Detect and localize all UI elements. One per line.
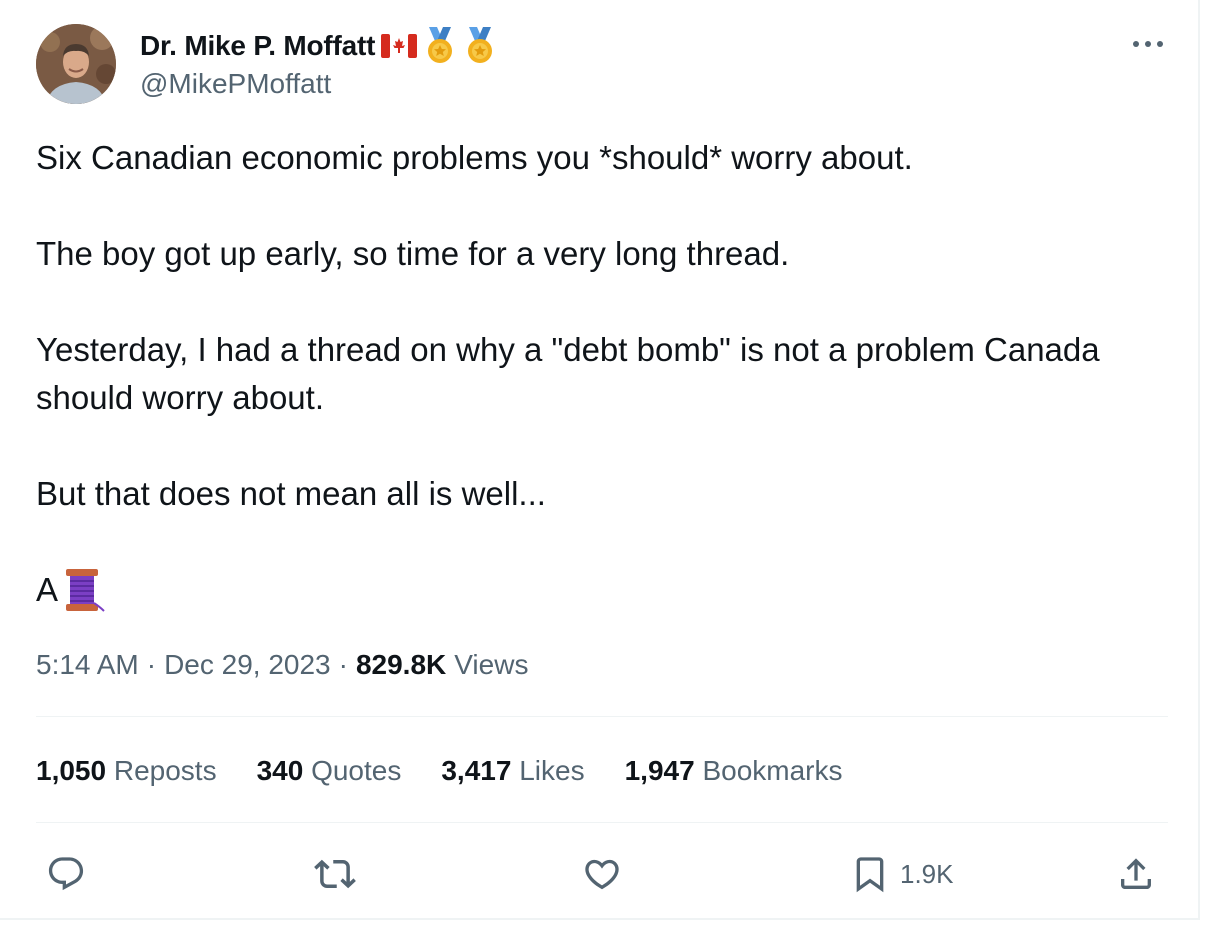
tweet-paragraph: Six Canadian economic problems you *shou… [36,139,913,176]
stat-label: Reposts [113,755,217,786]
stat-count: 3,417 [441,755,512,786]
repost-button[interactable] [314,846,356,902]
more-dots-icon [1133,41,1163,47]
tweet-date[interactable]: Dec 29, 2023 [164,649,331,681]
views-count[interactable]: 829.8K [356,649,446,681]
tweet-paragraph: Yesterday, I had a thread on why a "debt… [36,331,1100,416]
views-label[interactable]: Views [454,649,528,681]
meta-separator: · [338,649,348,680]
thread-spool-icon [66,569,105,612]
heart-icon [585,859,619,890]
reply-icon [48,857,84,891]
avatar[interactable] [36,24,116,104]
reply-button[interactable] [46,846,86,902]
stat-bookmarks[interactable]: 1,947 Bookmarks [625,755,843,787]
stat-count: 1,050 [36,755,107,786]
divider [36,716,1168,717]
tweet-closing-line: A [36,566,1176,614]
author-name-row: Dr. Mike P. Moffatt [140,26,497,66]
tweet-text: Six Canadian economic problems you *shou… [36,134,1176,614]
bookmark-count: 1.9K [900,858,954,889]
gold-medal-icon [423,27,457,65]
divider [36,822,1168,823]
action-bar: 1.9K [0,846,1200,902]
tweet-time[interactable]: 5:14 AM [36,649,139,681]
stat-label: Quotes [311,755,402,786]
tweet-closing-text: A [36,571,59,608]
tweet-card: Dr. Mike P. Moffatt @MikePMoffatt Six Ca… [0,0,1200,920]
repost-icon [314,859,356,889]
canada-flag-icon [381,34,418,58]
author-display-name[interactable]: Dr. Mike P. Moffatt [140,30,375,62]
author-handle[interactable]: @MikePMoffatt [140,68,331,100]
bookmark-button[interactable]: 1.9K [850,846,954,902]
tweet-paragraph: The boy got up early, so time for a very… [36,235,790,272]
stat-label: Likes [519,755,585,786]
share-button[interactable] [1116,846,1156,902]
bookmark-icon [856,857,884,893]
stat-likes[interactable]: 3,417 Likes [441,755,584,787]
tweet-meta: 5:14 AM · Dec 29, 2023 · 829.8K Views [36,644,528,686]
stat-reposts[interactable]: 1,050 Reposts [36,755,217,787]
engagement-stats: 1,050 Reposts 340 Quotes 3,417 Likes 1,9… [36,750,883,792]
tweet-paragraph: But that does not mean all is well... [36,475,546,512]
more-options-button[interactable] [1128,30,1168,58]
like-button[interactable] [582,846,622,902]
stat-quotes[interactable]: 340 Quotes [257,755,402,787]
gold-medal-icon [463,27,497,65]
stat-count: 340 [256,755,304,786]
meta-separator: · [146,649,157,680]
stat-label: Bookmarks [702,755,843,786]
share-icon [1121,858,1151,889]
stat-count: 1,947 [624,755,695,786]
